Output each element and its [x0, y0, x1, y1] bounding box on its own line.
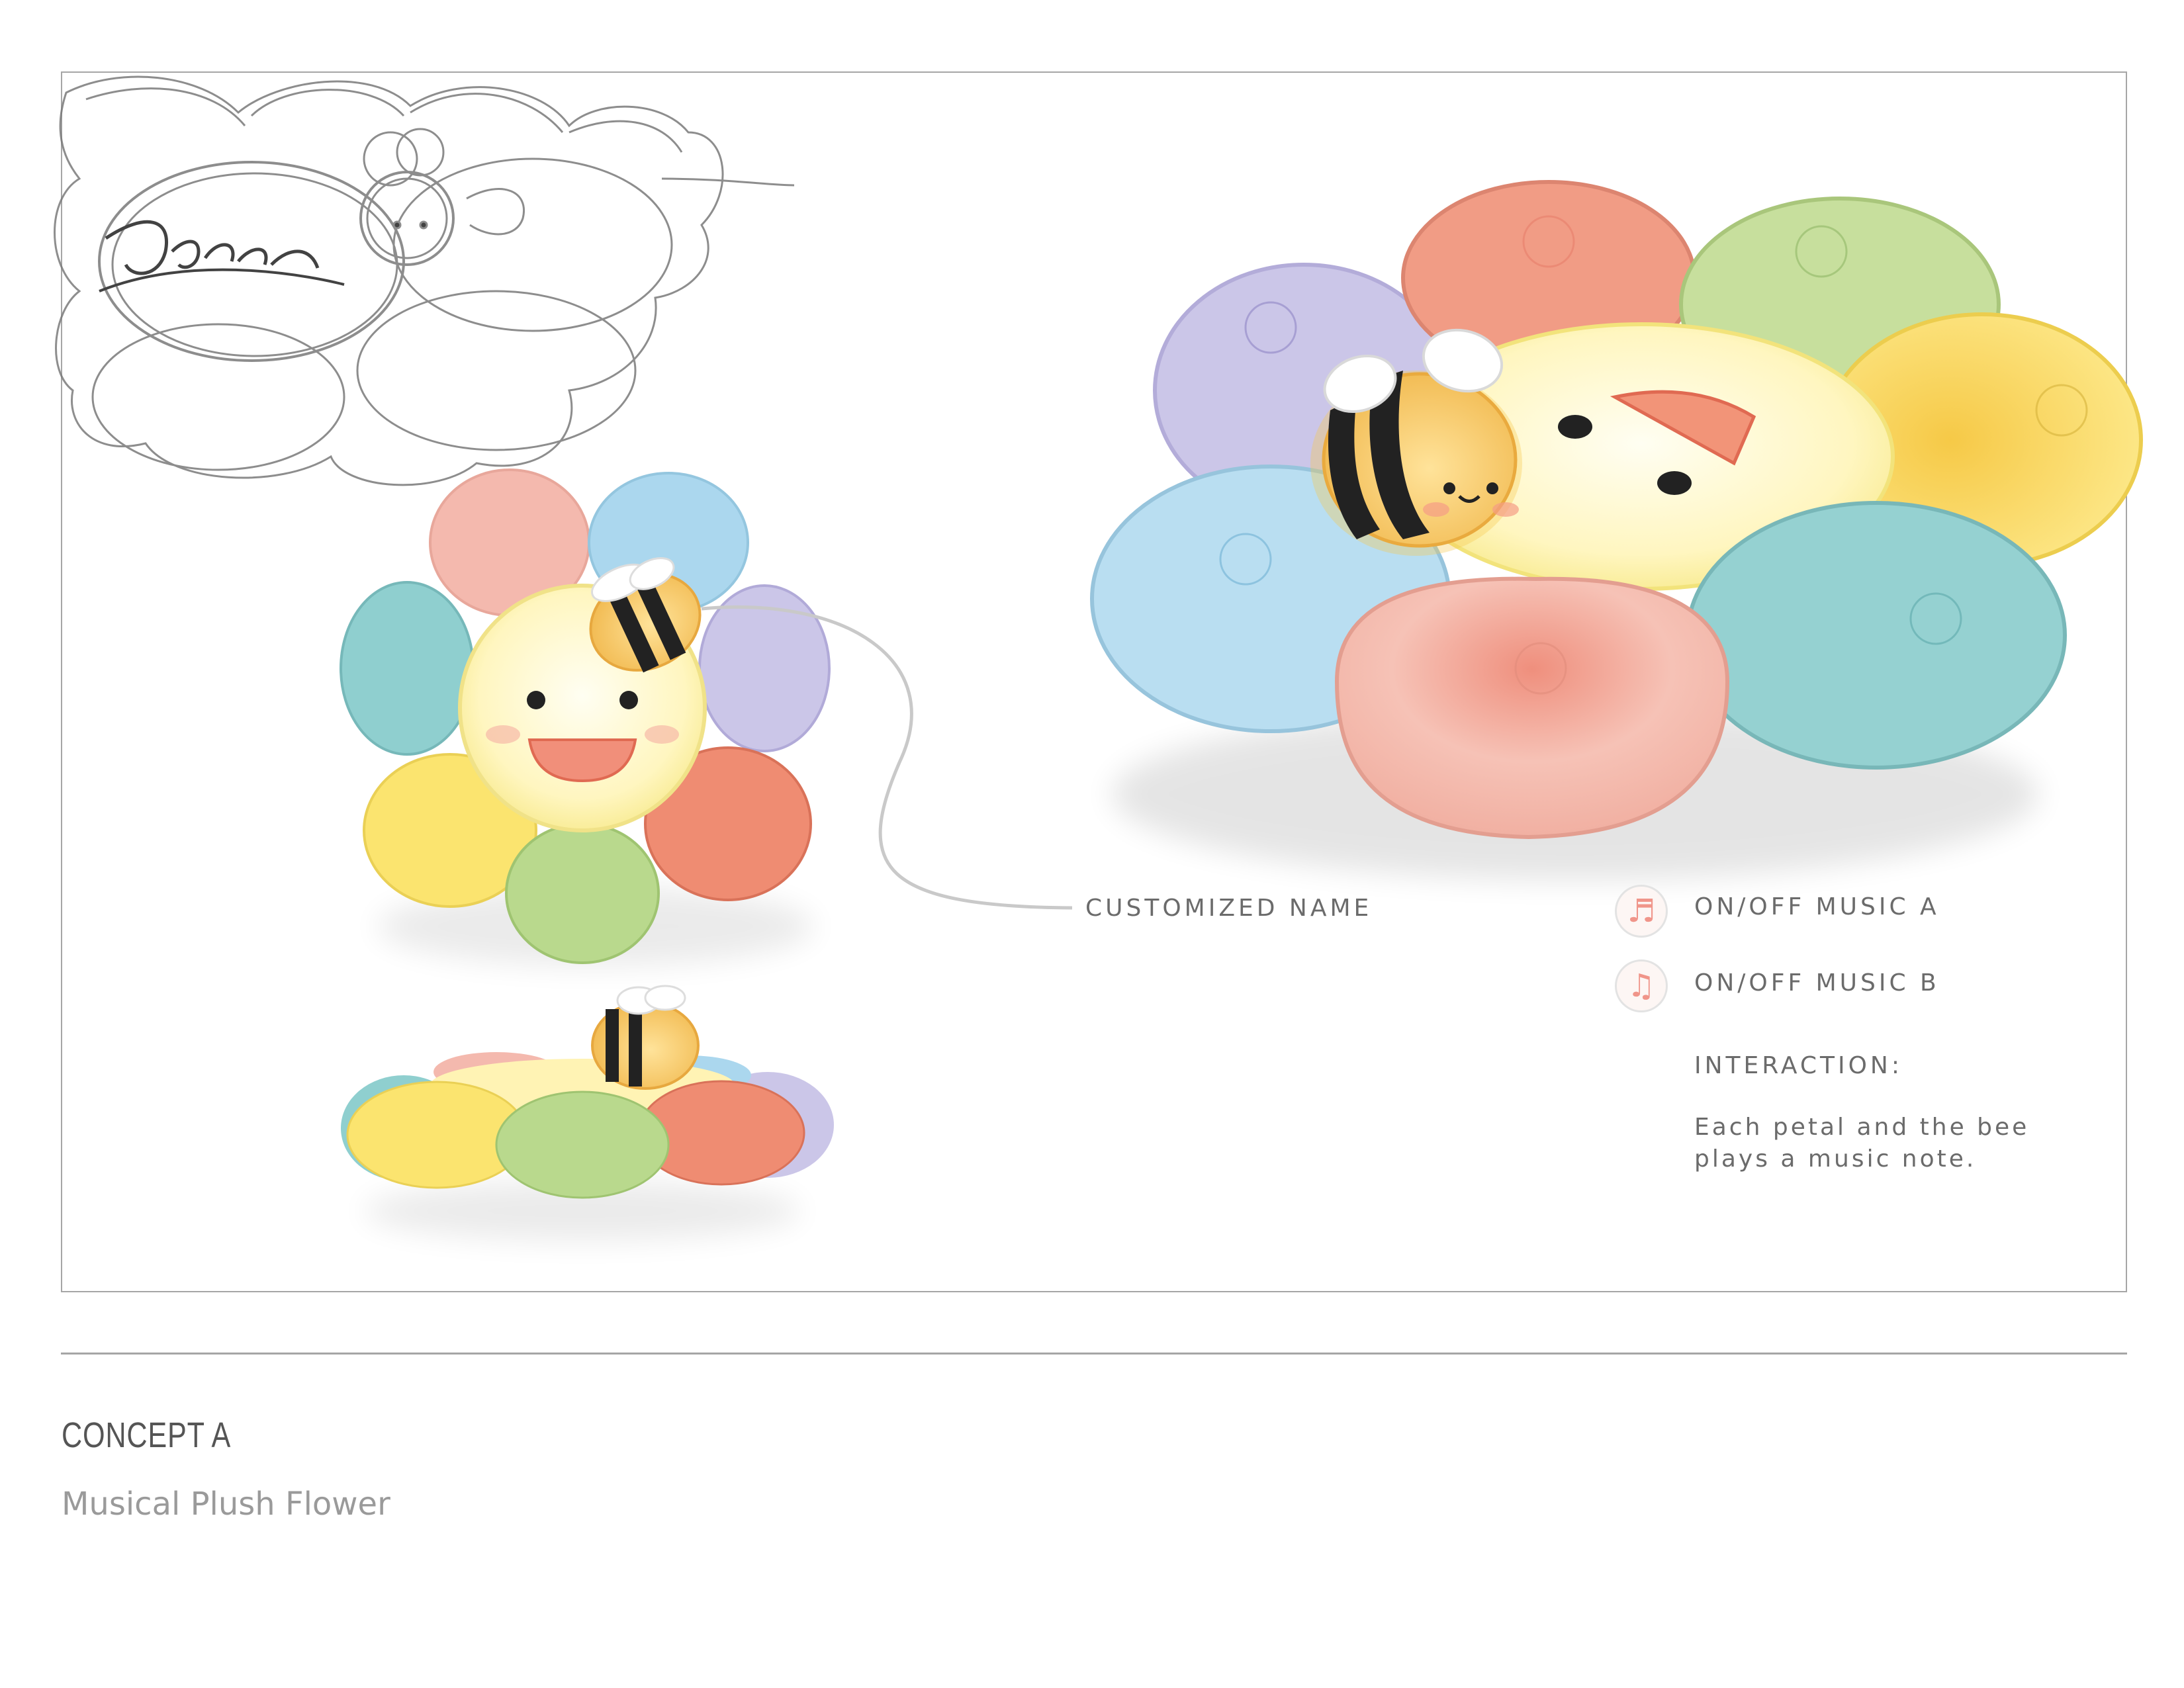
customized-name-label: CUSTOMIZED NAME — [1085, 895, 1373, 922]
footer-divider — [61, 1353, 2127, 1355]
music-a-label: ON/OFF MUSIC A — [1694, 893, 1940, 920]
petal-lavender — [698, 584, 831, 752]
flower-front-view — [340, 468, 1073, 966]
petal-pink-large — [1334, 576, 1730, 840]
illustration-canvas — [54, 75, 2143, 1241]
concept-subtitle: Musical Plush Flower — [62, 1486, 390, 1523]
interaction-line-1: Each petal and the bee — [1694, 1114, 2030, 1141]
music-a-icon: ♬ — [1615, 885, 1668, 938]
interaction-description: Each petal and the bee plays a music not… — [1694, 1112, 2029, 1175]
interaction-heading: INTERACTION: — [1694, 1052, 1903, 1079]
music-b-glyph: ♫ — [1627, 967, 1656, 1004]
flower-perspective-view — [1090, 180, 2143, 880]
concept-sketch — [54, 75, 795, 486]
flower-side-view — [341, 985, 834, 1241]
petal-green — [505, 822, 660, 964]
music-a-glyph: ♬ — [1627, 893, 1656, 930]
interaction-line-2: plays a music note. — [1694, 1145, 1977, 1173]
concept-title: CONCEPT A — [62, 1415, 232, 1455]
petal-teal-large — [1686, 501, 2067, 770]
music-b-label: ON/OFF MUSIC B — [1694, 969, 1940, 997]
petal-teal — [340, 581, 475, 756]
music-b-icon: ♫ — [1615, 959, 1668, 1012]
